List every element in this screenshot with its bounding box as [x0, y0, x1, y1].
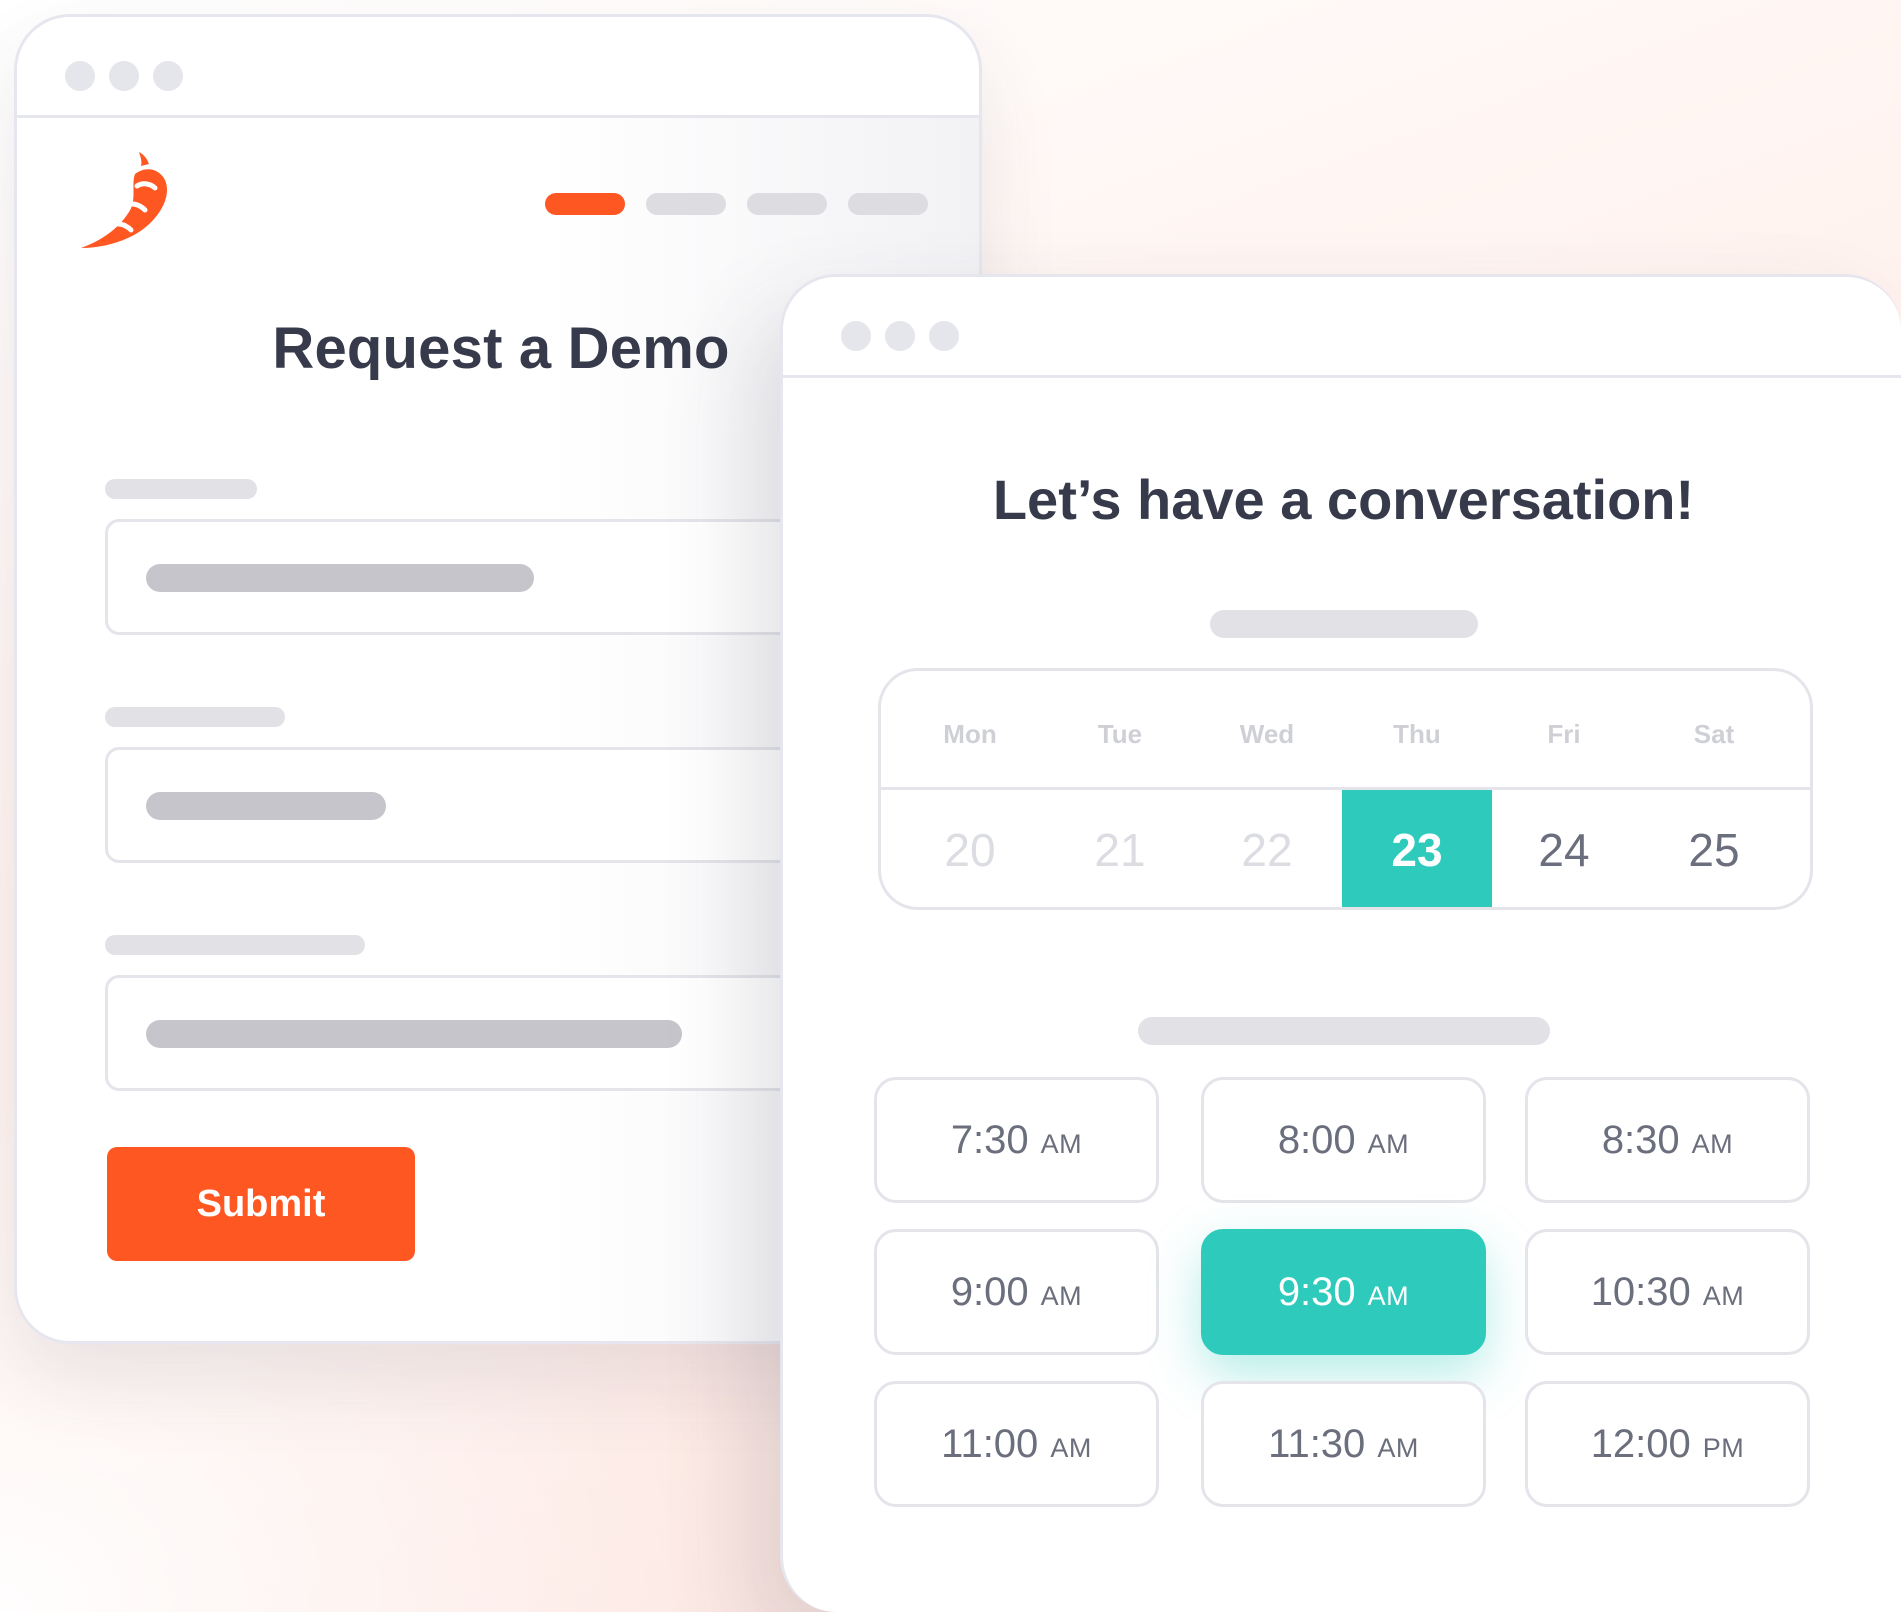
slot-period: AM — [1040, 1280, 1083, 1311]
calendar-date[interactable]: 24 — [1489, 790, 1639, 907]
field-label-placeholder — [105, 707, 285, 727]
progress-step-1 — [545, 193, 625, 215]
window-control-dot[interactable] — [109, 61, 139, 91]
window-control-dot[interactable] — [885, 321, 915, 351]
slot-time: 9:00 — [950, 1269, 1029, 1314]
slot-time: 9:30 — [1277, 1269, 1356, 1314]
window-titlebar — [783, 277, 1901, 378]
weekday-label: Wed — [1239, 719, 1295, 749]
field-value-placeholder — [146, 1020, 682, 1048]
slot-time: 11:30 — [1268, 1421, 1366, 1466]
slot-time: 8:00 — [1277, 1117, 1356, 1162]
date-heading-placeholder — [1210, 610, 1478, 638]
window-control-dot[interactable] — [841, 321, 871, 351]
window-control-dot[interactable] — [153, 61, 183, 91]
time-heading-placeholder — [1138, 1017, 1550, 1045]
window-control-dot[interactable] — [929, 321, 959, 351]
slot-period: AM — [1377, 1432, 1419, 1463]
slot-period: AM — [1040, 1128, 1083, 1159]
weekday-label: Mon — [943, 719, 997, 749]
progress-step-3 — [747, 193, 827, 215]
weekday-label: Tue — [1097, 719, 1143, 749]
slot-period: PM — [1702, 1432, 1745, 1463]
time-slot-button[interactable]: 12:00 PM — [1525, 1381, 1810, 1507]
time-slot-button[interactable]: 10:30 AM — [1525, 1229, 1810, 1355]
time-slot-button[interactable]: 11:00 AM — [874, 1381, 1159, 1507]
submit-button[interactable]: Submit — [107, 1147, 415, 1261]
chili-pepper-logo-icon — [81, 152, 167, 248]
calendar-date[interactable]: 25 — [1639, 790, 1789, 907]
slot-period: AM — [1367, 1280, 1410, 1311]
calendar-date: 20 — [944, 824, 996, 876]
field-value-placeholder — [146, 792, 386, 820]
field-value-placeholder — [146, 564, 534, 592]
time-slot-button[interactable]: 9:00 AM — [874, 1229, 1159, 1355]
time-slot-button[interactable]: 7:30 AM — [874, 1077, 1159, 1203]
calendar-date: 22 — [1241, 824, 1293, 876]
calendar-date-selected[interactable]: 23 — [1342, 790, 1492, 907]
scheduler-title: Let’s have a conversation! — [992, 468, 1695, 531]
slot-period: AM — [1702, 1280, 1745, 1311]
field-label-placeholder — [105, 479, 257, 499]
weekday-label: Fri — [1547, 719, 1581, 749]
window-titlebar — [17, 17, 979, 118]
slot-time: 10:30 — [1590, 1269, 1691, 1314]
time-slot-button[interactable]: 8:00 AM — [1201, 1077, 1486, 1203]
weekday-label: Sat — [1693, 719, 1735, 749]
slot-period: AM — [1367, 1128, 1410, 1159]
progress-step-2 — [646, 193, 726, 215]
time-slot-button[interactable]: 11:30 AM — [1201, 1381, 1486, 1507]
window-control-dot[interactable] — [65, 61, 95, 91]
weekday-label: Thu — [1393, 719, 1441, 749]
time-slot-button-selected[interactable]: 9:30 AM — [1201, 1229, 1486, 1355]
slot-period: AM — [1691, 1128, 1734, 1159]
calendar-date: 21 — [1094, 824, 1146, 876]
progress-step-4 — [848, 193, 928, 215]
time-slot-button[interactable]: 8:30 AM — [1525, 1077, 1810, 1203]
slot-time: 12:00 — [1590, 1421, 1691, 1466]
slot-time: 11:00 — [941, 1421, 1039, 1466]
field-label-placeholder — [105, 935, 365, 955]
scheduler-window: Let’s have a conversation! Mon Tue Wed T… — [780, 274, 1901, 1612]
slot-time: 8:30 — [1601, 1117, 1680, 1162]
slot-period: AM — [1050, 1432, 1092, 1463]
slot-time: 7:30 — [950, 1117, 1029, 1162]
date-picker: Mon Tue Wed Thu Fri Sat 20 21 22 23 24 2… — [878, 668, 1813, 910]
